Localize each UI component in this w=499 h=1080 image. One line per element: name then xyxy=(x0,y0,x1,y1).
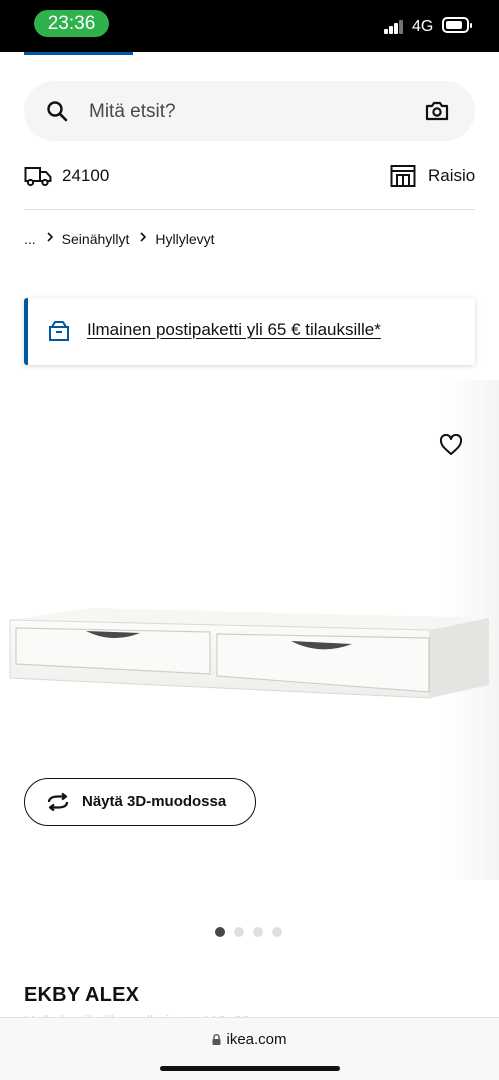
signal-icon xyxy=(384,19,404,34)
breadcrumb-shelves[interactable]: Hyllylevyt xyxy=(155,231,214,247)
battery-icon xyxy=(442,17,472,33)
breadcrumb: ... Seinähyllyt Hyllylevyt xyxy=(24,230,215,248)
battery-level xyxy=(446,21,462,29)
status-time: 23:36 xyxy=(34,10,109,37)
camera-icon[interactable] xyxy=(425,100,449,122)
store-icon[interactable] xyxy=(390,164,416,188)
search-input[interactable] xyxy=(89,100,389,124)
chevron-right-icon xyxy=(47,232,53,242)
nav-active-indicator xyxy=(24,52,133,55)
address-field[interactable]: ikea.com xyxy=(0,1031,499,1048)
image-carousel-dots[interactable] xyxy=(215,927,282,937)
search-bar[interactable] xyxy=(24,81,475,141)
chevron-right-icon xyxy=(140,232,147,242)
store-name[interactable]: Raisio xyxy=(428,166,475,186)
heart-icon[interactable] xyxy=(439,434,463,456)
view-3d-button[interactable]: Näytä 3D-muodossa xyxy=(24,778,256,826)
parcel-icon xyxy=(49,321,69,341)
view-3d-label: Näytä 3D-muodossa xyxy=(82,793,227,810)
truck-icon[interactable] xyxy=(24,165,52,187)
product-name: EKBY ALEX xyxy=(24,984,140,1006)
home-indicator[interactable] xyxy=(160,1066,340,1071)
lock-icon xyxy=(212,1034,221,1045)
breadcrumb-ellipsis[interactable]: ... xyxy=(24,231,36,247)
carousel-dot[interactable] xyxy=(215,927,225,937)
shipping-banner[interactable]: Ilmainen postipaketti yli 65 € tilauksil… xyxy=(24,298,475,365)
divider xyxy=(24,209,475,210)
status-bar: 23:36 4G xyxy=(0,0,499,52)
browser-address-bar[interactable]: ikea.com xyxy=(0,1017,499,1080)
carousel-dot[interactable] xyxy=(234,927,244,937)
address-url: ikea.com xyxy=(226,1031,287,1048)
shipping-banner-link[interactable]: Ilmainen postipaketti yli 65 € tilauksil… xyxy=(87,319,381,341)
carousel-dot[interactable] xyxy=(272,927,282,937)
network-type: 4G xyxy=(412,18,434,35)
postal-code[interactable]: 24100 xyxy=(62,166,109,186)
carousel-dot[interactable] xyxy=(253,927,263,937)
rotate-3d-icon xyxy=(47,793,69,811)
search-icon[interactable] xyxy=(46,100,68,122)
breadcrumb-wall-shelves[interactable]: Seinähyllyt xyxy=(62,231,130,247)
